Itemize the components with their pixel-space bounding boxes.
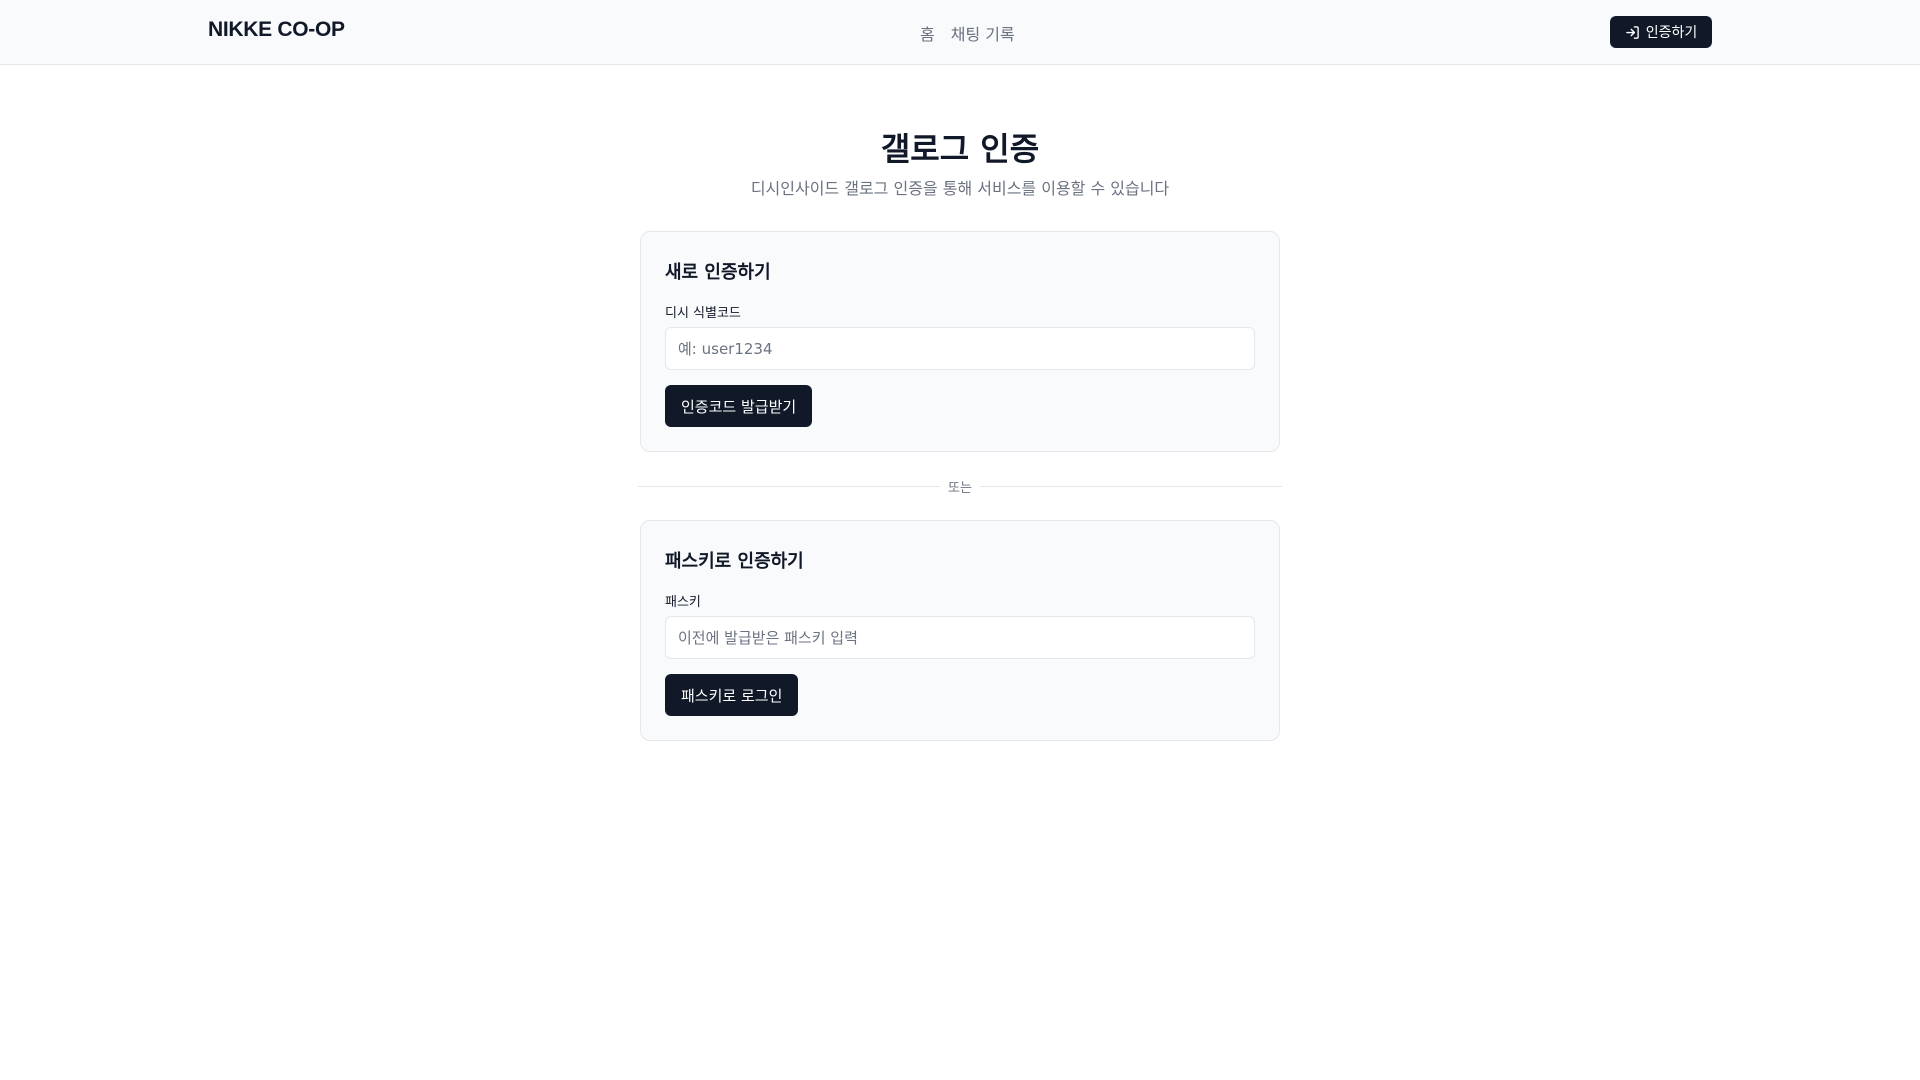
main-nav: 홈 채팅 기록 bbox=[920, 21, 1015, 45]
page-title: 갤로그 인증 bbox=[880, 130, 1040, 168]
passkey-login-button[interactable]: 패스키로 로그인 bbox=[665, 674, 799, 716]
passkey-auth-title: 패스키로 인증하기 bbox=[665, 551, 804, 572]
dc-id-label: 디시 식별코드 bbox=[665, 306, 741, 321]
new-auth-title: 새로 인증하기 bbox=[665, 262, 771, 283]
login-button-label: 인증하기 bbox=[1645, 25, 1698, 41]
passkey-auth-card: 패스키로 인증하기 패스키 패스키로 로그인 bbox=[640, 520, 1280, 741]
page-subtitle: 디시인사이드 갤로그 인증을 통해 서비스를 이용할 수 있습니다 bbox=[750, 179, 1170, 198]
passkey-input[interactable] bbox=[665, 616, 1255, 659]
nav-link-chat-history[interactable]: 채팅 기록 bbox=[951, 21, 1015, 45]
nav-link-home[interactable]: 홈 bbox=[920, 21, 935, 45]
divider-line-left bbox=[638, 485, 941, 487]
brand-logo-text[interactable]: NIKKE CO-OP bbox=[208, 18, 345, 42]
new-auth-card: 새로 인증하기 디시 식별코드 인증코드 발급받기 bbox=[640, 231, 1280, 452]
top-navigation-bar: NIKKE CO-OP 홈 채팅 기록 인증하기 bbox=[0, 0, 1920, 65]
login-button[interactable]: 인증하기 bbox=[1610, 16, 1712, 48]
divider-line-right bbox=[979, 485, 1283, 487]
dc-id-input[interactable] bbox=[665, 327, 1255, 370]
or-divider: 또는 bbox=[638, 475, 1283, 497]
issue-code-button[interactable]: 인증코드 발급받기 bbox=[665, 385, 813, 427]
login-icon bbox=[1625, 25, 1639, 39]
passkey-label: 패스키 bbox=[665, 595, 701, 610]
divider-label: 또는 bbox=[948, 480, 972, 496]
